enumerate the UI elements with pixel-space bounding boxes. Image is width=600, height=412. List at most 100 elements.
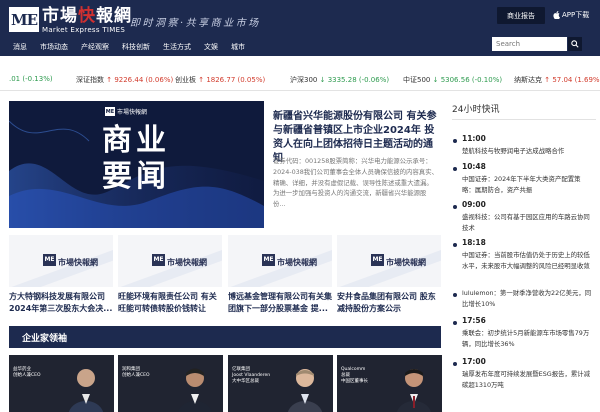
leader-portrait: [397, 369, 431, 412]
story-card[interactable]: ME 市場快報網 方大特钢科技发展有限公司 2024年第三次股东大会决...: [9, 235, 113, 315]
flash-news-text[interactable]: 盛视科技：公司有基于园区应用的车路云协同技术: [462, 212, 592, 233]
thumbnail-logo: ME 市場快報網: [262, 250, 317, 269]
ticker-value: ↑ 57.04 (1.69%): [544, 76, 600, 84]
ticker-value: .01 (-0.13%): [9, 75, 53, 83]
ticker-value: ↑ 1826.77 (0.05%): [198, 76, 266, 84]
leaders-row: 益华药业 创始人兼CEO 润和集团 创始人兼CEO 亿联集团 Joost Vla…: [9, 355, 442, 412]
site-header: ME 市場快報網 Market Express TIMES 即时洞察·共享商业市…: [0, 0, 600, 56]
timeline-dot: [453, 243, 457, 247]
ticker-item[interactable]: 沪深300 ↓ 3335.28 (-0.06%): [290, 75, 389, 85]
flash-news-list: 11:00 楚航科技与牧野润电子达成战略合作 10:48 中国证券：2024年下…: [453, 125, 599, 412]
market-ticker: .01 (-0.13%) 深证指数 ↑ 9226.44 (0.06%) 创业板 …: [0, 67, 600, 91]
flash-news-time: 18:18: [462, 238, 486, 247]
secondary-stories: ME 市場快報網 方大特钢科技发展有限公司 2024年第三次股东大会决... ME…: [9, 235, 441, 319]
ticker-item[interactable]: 中证500 ↓ 5306.56 (-0.10%): [403, 75, 502, 85]
nav-item-industry[interactable]: 产经观察: [81, 42, 109, 52]
flash-news-text[interactable]: 中国证券：当前股市估值仍处于历史上的较低水平，未来股市大幅调整的风险已经明显收敛: [462, 250, 592, 271]
logo-mark: ME: [371, 253, 384, 266]
timeline-dot: [453, 362, 457, 366]
business-report-button[interactable]: 商业报告: [497, 7, 545, 24]
leader-card[interactable]: 益华药业 创始人兼CEO: [9, 355, 114, 412]
app-download-link[interactable]: APP下载: [553, 10, 589, 20]
apple-icon: [553, 11, 560, 19]
timeline-dot: [453, 167, 457, 171]
story-title[interactable]: 博远基金管理有限公司有关集团旗下一部分股票基金 提...: [228, 291, 332, 315]
main-nav: 消息 市场动态 产经观察 科技创新 生活方式 文娱 城市: [13, 42, 258, 52]
nav-item-tech[interactable]: 科技创新: [122, 42, 150, 52]
nav-item-city[interactable]: 城市: [231, 42, 245, 52]
ticker-item[interactable]: .01 (-0.13%): [9, 75, 53, 83]
logo-mark: ME: [152, 253, 165, 266]
leader-card[interactable]: Qualcomm 总裁 中国区董事长: [337, 355, 442, 412]
flash-news-time: 17:00: [462, 357, 486, 366]
logo-english: Market Express TIMES: [42, 26, 126, 34]
flash-news-time: 09:00: [462, 200, 486, 209]
ticker-name: 创业板: [175, 76, 196, 84]
lead-image-caption: 商业 要闻: [102, 123, 170, 194]
thumbnail-logo: ME 市場快報網: [371, 250, 426, 269]
app-download-label: APP下载: [562, 11, 590, 19]
logo-cn-part-1: 市場: [42, 6, 78, 26]
ticker-name: 纳斯达克: [514, 76, 542, 84]
logo-chinese: 市場快報網: [58, 257, 98, 267]
ticker-name: 沪深300: [290, 76, 318, 84]
nav-item-market[interactable]: 市场动态: [40, 42, 68, 52]
flash-news-time: 10:48: [462, 162, 486, 171]
ticker-value: ↓ 3335.28 (-0.06%): [319, 76, 390, 84]
lead-image-logo-text: 市場快報網: [117, 109, 148, 116]
timeline-dot: [453, 139, 457, 143]
flash-news-title: 24小时快讯: [452, 105, 500, 115]
leader-card[interactable]: 润和集团 创始人兼CEO: [118, 355, 223, 412]
search-icon: [571, 40, 579, 48]
timeline-dot: [453, 293, 457, 297]
leaders-section-heading: 企业家领袖: [9, 326, 441, 348]
lead-image-logo: ME 市場快報網: [105, 107, 147, 116]
flash-news-text[interactable]: lululemon：第一财季净营收为22亿美元，同比增长10%: [462, 288, 592, 309]
leader-card[interactable]: 亿联集团 Joost Vlaanderen 大中华区总裁: [228, 355, 333, 412]
ticker-item[interactable]: 纳斯达克 ↑ 57.04 (1.69%): [514, 75, 600, 85]
flash-news-time: 11:00: [462, 134, 486, 143]
story-card[interactable]: ME 市場快報網 博远基金管理有限公司有关集团旗下一部分股票基金 提...: [228, 235, 332, 315]
flash-news-text[interactable]: 乘联会：初步统计5月新能源车市场零售79万辆，同比增长36%: [462, 328, 592, 349]
flash-news-text[interactable]: 中国证券：2024年下半年大类资产配置策略：属期防合，资产共振: [462, 174, 592, 195]
story-card[interactable]: ME 市場快報網 安井食品集团有限公司 股东减持股份方案公示: [337, 235, 441, 315]
nav-item-lifestyle[interactable]: 生活方式: [163, 42, 191, 52]
story-title[interactable]: 安井食品集团有限公司 股东减持股份方案公示: [337, 291, 441, 315]
story-thumbnail: ME 市場快報網: [118, 235, 222, 287]
flash-news-text[interactable]: 瑞厚发布年度可持续发展暨ESG报告，累计减碳超1310万吨: [462, 369, 592, 390]
search-button[interactable]: [568, 37, 582, 51]
story-title[interactable]: 旺能环境有限责任公司 有关旺能可转债转股价钱转让的...: [118, 291, 222, 315]
logo-wordmark: 市場快報網 Market Express TIMES: [42, 7, 132, 35]
story-card[interactable]: ME市場快報網 旺能环境有限责任公司 有关旺能可转债转股价钱转让的...: [118, 235, 222, 315]
search-input[interactable]: [492, 37, 567, 51]
lead-story-image[interactable]: ME 市場快報網 商业 要闻: [9, 101, 264, 228]
leader-caption: Qualcomm 总裁 中国区董事长: [341, 367, 368, 384]
story-thumbnail: ME 市場快報網: [228, 235, 332, 287]
ticker-item[interactable]: 创业板 ↑ 1826.77 (0.05%): [175, 75, 265, 85]
ticker-item[interactable]: 深证指数 ↑ 9226.44 (0.06%): [76, 75, 173, 85]
leader-caption: 润和集团 创始人兼CEO: [122, 367, 150, 378]
story-thumbnail: ME 市場快報網: [337, 235, 441, 287]
leader-caption: 亿联集团 Joost Vlaanderen 大中华区总裁: [232, 367, 271, 384]
site-slogan: 即时洞察·共享商业市场: [130, 18, 261, 29]
logo-chinese: 市場快報網: [167, 257, 207, 267]
leader-portrait: [69, 369, 103, 412]
site-logo[interactable]: ME 市場快報網 Market Express TIMES: [9, 7, 132, 35]
logo-mark: ME: [9, 7, 39, 32]
flash-news-time: 17:56: [462, 316, 486, 325]
nav-item-entertainment[interactable]: 文娱: [204, 42, 218, 52]
nav-item-news[interactable]: 消息: [13, 42, 27, 52]
ticker-value: ↓ 5306.56 (-0.10%): [432, 76, 503, 84]
story-title[interactable]: 方大特钢科技发展有限公司 2024年第三次股东大会决...: [9, 291, 113, 315]
story-thumbnail: ME 市場快報網: [9, 235, 113, 287]
timeline-dot: [453, 321, 457, 325]
flash-news-divider: [452, 119, 596, 120]
logo-chinese: 市場快報網: [42, 7, 132, 26]
ticker-value: ↑ 9226.44 (0.06%): [106, 76, 174, 84]
flash-news-text[interactable]: 楚航科技与牧野润电子达成战略合作: [462, 146, 592, 157]
thumbnail-logo: ME 市場快報網: [152, 250, 207, 269]
logo-mark: ME: [262, 253, 275, 266]
logo-cn-part-2: 快: [78, 6, 96, 26]
timeline-dot: [453, 205, 457, 209]
leader-portrait: [288, 369, 322, 412]
